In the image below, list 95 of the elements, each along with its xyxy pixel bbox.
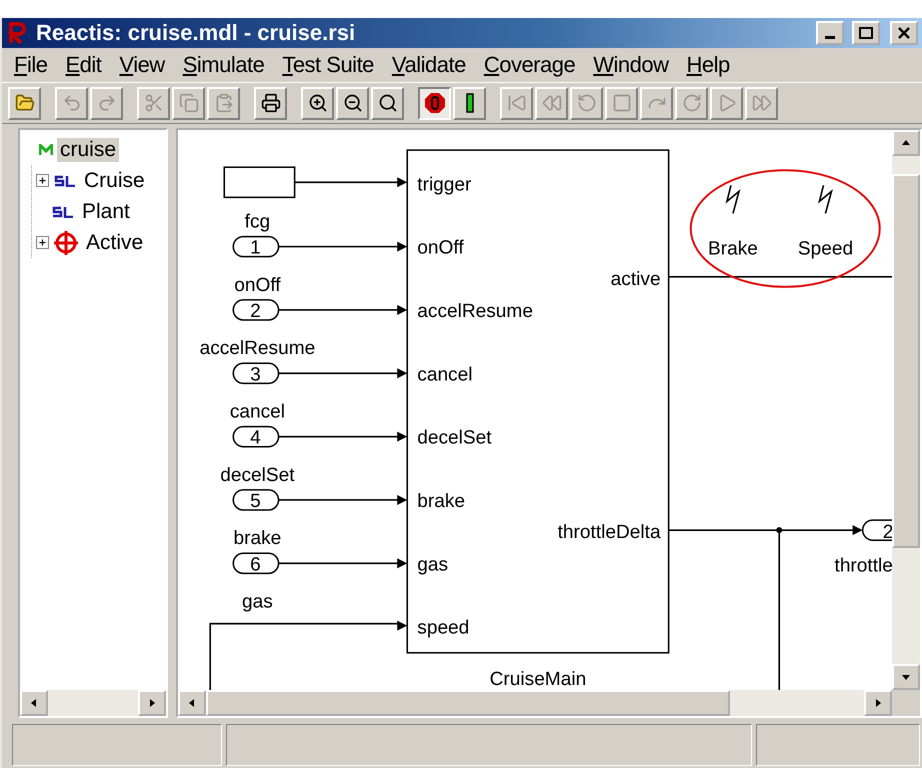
octagon-icon bbox=[424, 92, 446, 114]
expand-toggle[interactable] bbox=[36, 174, 49, 187]
right-arrow-icon bbox=[873, 698, 883, 708]
rotate-back-icon bbox=[576, 93, 596, 113]
scroll-up-button[interactable] bbox=[892, 130, 920, 156]
minimize-icon bbox=[825, 36, 835, 39]
zoom-in-icon bbox=[308, 93, 328, 113]
magnifier-icon bbox=[378, 93, 398, 113]
menu-item[interactable]: View bbox=[113, 52, 177, 78]
port-label: gas bbox=[242, 592, 273, 613]
port-label: throttle bbox=[834, 555, 892, 576]
port-number: 4 bbox=[250, 428, 261, 449]
menu-item[interactable]: Window bbox=[587, 52, 680, 78]
stop-icon bbox=[612, 93, 632, 113]
subsystem-block[interactable] bbox=[406, 149, 670, 654]
right-arrow-icon bbox=[147, 698, 157, 708]
scroll-left-button[interactable] bbox=[178, 690, 206, 716]
input-port-label: trigger bbox=[417, 174, 472, 196]
port-number: 2 bbox=[250, 301, 261, 322]
output-port-label: throttleDelta bbox=[558, 522, 661, 544]
port-label: accelResume bbox=[200, 338, 316, 360]
port-number: 2 bbox=[882, 522, 892, 544]
left-arrow-icon bbox=[187, 698, 197, 708]
scroll-left-button[interactable] bbox=[20, 690, 48, 716]
expand-toggle[interactable] bbox=[36, 236, 49, 249]
block-name: CruiseMain bbox=[490, 668, 586, 690]
up-arrow-icon bbox=[901, 138, 911, 148]
logo-icon bbox=[8, 22, 28, 44]
menu-item[interactable]: Help bbox=[680, 52, 742, 78]
port-label: cancel bbox=[230, 402, 286, 423]
close-button[interactable] bbox=[890, 21, 918, 45]
constant-block bbox=[224, 166, 296, 198]
bar-icon bbox=[464, 92, 474, 114]
undo-icon bbox=[62, 93, 82, 113]
redo-icon bbox=[96, 93, 116, 113]
input-port-label: cancel bbox=[417, 364, 472, 386]
folder-icon bbox=[14, 93, 34, 113]
scroll-right-button[interactable] bbox=[864, 690, 892, 716]
port-label: decelSet bbox=[220, 464, 295, 486]
close-icon bbox=[898, 27, 910, 39]
model-icon bbox=[39, 144, 53, 156]
maximize-button[interactable] bbox=[852, 21, 880, 45]
scrollbar-corner bbox=[892, 690, 920, 716]
input-port-label: decelSet bbox=[417, 428, 492, 449]
lightning-icon bbox=[726, 185, 740, 214]
menu-item[interactable]: Simulate bbox=[176, 52, 276, 78]
sl-icon bbox=[51, 206, 75, 218]
rotate-forward-icon bbox=[682, 93, 702, 113]
left-arrow-icon bbox=[29, 698, 39, 708]
port-label: onOff bbox=[234, 274, 281, 296]
output-port-label: active bbox=[610, 268, 661, 290]
copy-icon bbox=[178, 93, 198, 113]
tree-item[interactable]: cruise bbox=[57, 138, 120, 162]
tree-item[interactable]: Plant bbox=[79, 200, 133, 224]
port-number: 6 bbox=[250, 554, 261, 576]
toolbar-button[interactable] bbox=[418, 86, 451, 120]
input-port-label: accelResume bbox=[417, 301, 533, 322]
port-number: 5 bbox=[250, 491, 261, 512]
port-number: 3 bbox=[250, 364, 261, 386]
tree-item[interactable]: Active bbox=[83, 230, 146, 254]
menu-item[interactable]: Test Suite bbox=[276, 52, 386, 78]
sl-icon bbox=[53, 174, 77, 186]
scroll-down-button[interactable] bbox=[892, 664, 920, 690]
scissors-icon bbox=[144, 93, 164, 113]
crosshair-icon bbox=[53, 230, 79, 256]
clipboard-icon bbox=[214, 93, 234, 113]
menu-item[interactable]: Coverage bbox=[478, 52, 588, 78]
menu-item[interactable]: File bbox=[8, 52, 60, 78]
scroll-thumb[interactable] bbox=[892, 174, 920, 548]
plus-icon bbox=[38, 176, 47, 185]
input-port-label: gas bbox=[417, 554, 448, 576]
rewind-icon bbox=[542, 93, 562, 113]
port-label: fcg bbox=[244, 212, 270, 233]
input-port-label: speed bbox=[417, 618, 470, 639]
window-title: Reactis: cruise.mdl - cruise.rsi bbox=[36, 20, 356, 46]
scroll-right-button[interactable] bbox=[138, 690, 166, 716]
down-arrow-icon bbox=[901, 672, 911, 682]
plus-icon bbox=[38, 238, 47, 247]
tree-item[interactable]: Cruise bbox=[81, 168, 148, 192]
menu-item[interactable]: Edit bbox=[59, 52, 114, 78]
skip-back-icon bbox=[506, 93, 526, 113]
port-label: brake bbox=[234, 528, 282, 550]
minimize-button[interactable] bbox=[816, 21, 844, 45]
fast-forward-icon bbox=[752, 93, 772, 113]
input-port-label: brake bbox=[417, 491, 466, 512]
port-number: 1 bbox=[250, 238, 261, 259]
scroll-thumb[interactable] bbox=[206, 690, 730, 716]
trigger-label: Speed bbox=[798, 238, 854, 260]
trigger-label: Brake bbox=[708, 238, 758, 260]
printer-icon bbox=[260, 93, 280, 113]
maximize-icon bbox=[859, 27, 873, 39]
lightning-icon bbox=[818, 185, 833, 214]
zoom-out-icon bbox=[342, 93, 362, 113]
input-port-label: onOff bbox=[417, 238, 464, 259]
menu-item[interactable]: Validate bbox=[386, 52, 478, 78]
